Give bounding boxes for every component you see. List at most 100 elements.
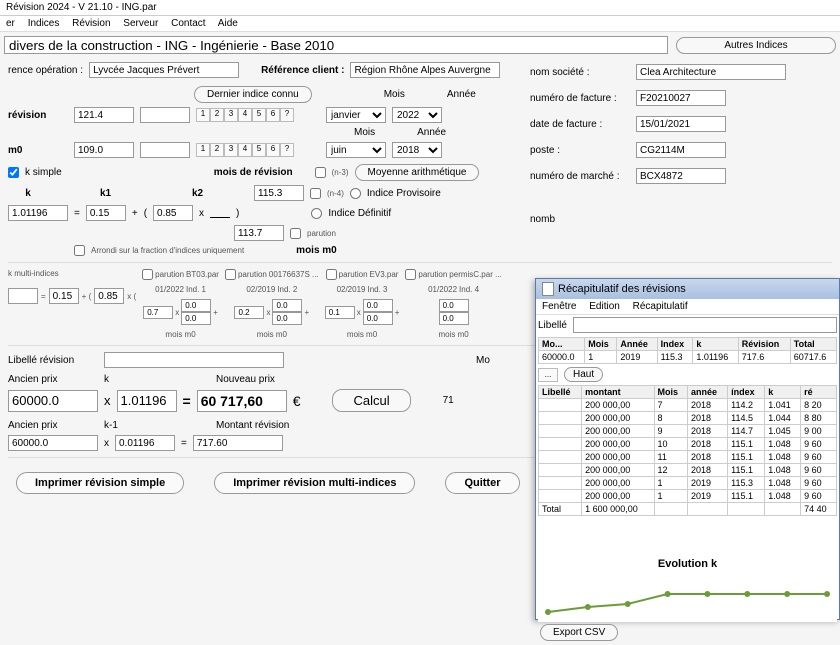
num-btn[interactable]: ? [280, 108, 294, 122]
num-btn[interactable]: 4 [238, 143, 252, 157]
num-btn[interactable]: 6 [266, 108, 280, 122]
num-btn[interactable]: 2 [210, 108, 224, 122]
quit-button[interactable]: Quitter [445, 472, 519, 494]
table-row[interactable]: 200 000,0072018114.21.0418 20 [539, 399, 837, 412]
dernier-indice-button[interactable]: Dernier indice connu [194, 86, 312, 103]
marche-input[interactable] [636, 168, 726, 184]
c2-up[interactable] [272, 299, 302, 312]
table-row[interactable]: 200 000,0092018114.71.0459 00 [539, 425, 837, 438]
p2-chk[interactable] [225, 269, 236, 280]
description-field[interactable] [4, 36, 668, 54]
km-k2[interactable] [94, 288, 124, 304]
table-row[interactable]: 60000.012019115.31.01196717.660717.6 [539, 351, 837, 364]
num-btn[interactable]: 5 [252, 108, 266, 122]
societe-input[interactable] [636, 64, 786, 80]
c1-up[interactable] [181, 299, 211, 312]
table-row[interactable]: 200 000,0082018114.51.0448 80 [539, 412, 837, 425]
num-btn[interactable]: 1 [196, 108, 210, 122]
menu-item[interactable]: Aide [218, 18, 238, 29]
recap-titlebar[interactable]: Récapitulatif des révisions [536, 279, 839, 299]
km-k1[interactable] [49, 288, 79, 304]
c1-dn[interactable] [181, 312, 211, 325]
num-btn[interactable]: 6 [266, 143, 280, 157]
definitif-radio[interactable] [311, 208, 322, 219]
print-multi-button[interactable]: Imprimer révision multi-indices [214, 472, 415, 494]
table-row[interactable]: 200 000,0012019115.11.0489 60 [539, 490, 837, 503]
provisoire-radio[interactable] [350, 188, 361, 199]
table-row[interactable]: 200 000,00102018115.11.0489 60 [539, 438, 837, 451]
m0-annee-select[interactable]: 2018 [392, 142, 442, 158]
c4-up[interactable] [439, 299, 469, 312]
recap-menu-item[interactable]: Edition [589, 301, 620, 312]
export-csv-button[interactable]: Export CSV [540, 624, 618, 641]
c4-dn[interactable] [439, 312, 469, 325]
m0-value-input[interactable] [74, 142, 134, 158]
c3-up[interactable] [363, 299, 393, 312]
montant-rev-input[interactable] [193, 435, 283, 451]
k2-value-input[interactable] [153, 205, 193, 221]
num2-input[interactable] [234, 225, 284, 241]
k-calc-input[interactable] [117, 390, 177, 412]
ancien-prix-input[interactable] [8, 390, 98, 412]
num1-input[interactable] [254, 185, 304, 201]
recap-summary-table: Mo...MoisAnnéeIndexkRévisionTotal 60000.… [538, 337, 837, 364]
num-btn[interactable]: ? [280, 143, 294, 157]
km-out[interactable] [8, 288, 38, 304]
arrondi-checkbox[interactable] [74, 245, 85, 256]
ref-operation-input[interactable] [89, 62, 239, 78]
menu-item[interactable]: er [6, 18, 15, 29]
haut-button[interactable]: Haut [564, 367, 603, 382]
menu-item[interactable]: Serveur [123, 18, 158, 29]
calcul-button[interactable]: Calcul [332, 389, 410, 412]
km1-input[interactable] [115, 435, 175, 451]
c3-coef[interactable] [325, 306, 355, 319]
poste-input[interactable] [636, 142, 726, 158]
n3-checkbox[interactable] [315, 167, 326, 178]
ref-client-input[interactable] [350, 62, 500, 78]
autres-indices-button[interactable]: Autres Indices [676, 37, 836, 54]
num-btn[interactable]: 3 [224, 108, 238, 122]
c3-dn[interactable] [363, 312, 393, 325]
menu-item[interactable]: Contact [171, 18, 205, 29]
table-row[interactable]: Total1 600 000,0074 40 [539, 503, 837, 516]
p3-chk[interactable] [326, 269, 337, 280]
table-row[interactable]: 200 000,0012019115.31.0489 60 [539, 477, 837, 490]
recap-menu-item[interactable]: Fenêtre [542, 301, 576, 312]
revision-annee-select[interactable]: 2022 [392, 107, 442, 123]
nouveau-prix-input[interactable] [197, 390, 287, 412]
num-btn[interactable]: 3 [224, 143, 238, 157]
print-simple-button[interactable]: Imprimer révision simple [16, 472, 184, 494]
table-row[interactable]: 200 000,00122018115.11.0489 60 [539, 464, 837, 477]
menu-item[interactable]: Révision [72, 18, 110, 29]
p1-chk[interactable] [142, 269, 153, 280]
revision-value-input[interactable] [74, 107, 134, 123]
num-btn[interactable]: 5 [252, 143, 266, 157]
recap-libelle-input[interactable] [573, 317, 837, 333]
k-value-input[interactable] [8, 205, 68, 221]
num-btn[interactable]: 4 [238, 108, 252, 122]
recap-menu-item[interactable]: Récapitulatif [633, 301, 688, 312]
annee-label: Année [447, 89, 476, 100]
date-facture-input[interactable] [636, 116, 726, 132]
c1-coef[interactable] [143, 306, 173, 319]
c2-dn[interactable] [272, 312, 302, 325]
num-btn[interactable]: 2 [210, 143, 224, 157]
k1-value-input[interactable] [86, 205, 126, 221]
menu-item[interactable]: Indices [28, 18, 60, 29]
c2-coef[interactable] [234, 306, 264, 319]
m0-mois-select[interactable]: juin [326, 142, 386, 158]
parution-checkbox[interactable] [290, 228, 301, 239]
table-row[interactable]: 200 000,00112018115.11.0489 60 [539, 451, 837, 464]
moyenne-button[interactable]: Moyenne arithmétique [355, 164, 480, 181]
back-button[interactable]: ... [538, 368, 558, 382]
n4-checkbox[interactable] [310, 188, 321, 199]
m0-aux-input[interactable] [140, 142, 190, 158]
libelle-revision-input[interactable] [104, 352, 284, 368]
p4-chk[interactable] [405, 269, 416, 280]
ksimple-checkbox[interactable] [8, 167, 19, 178]
revision-mois-select[interactable]: janvier [326, 107, 386, 123]
num-btn[interactable]: 1 [196, 143, 210, 157]
revision-aux-input[interactable] [140, 107, 190, 123]
facture-input[interactable] [636, 90, 726, 106]
ancien2-input[interactable] [8, 435, 98, 451]
